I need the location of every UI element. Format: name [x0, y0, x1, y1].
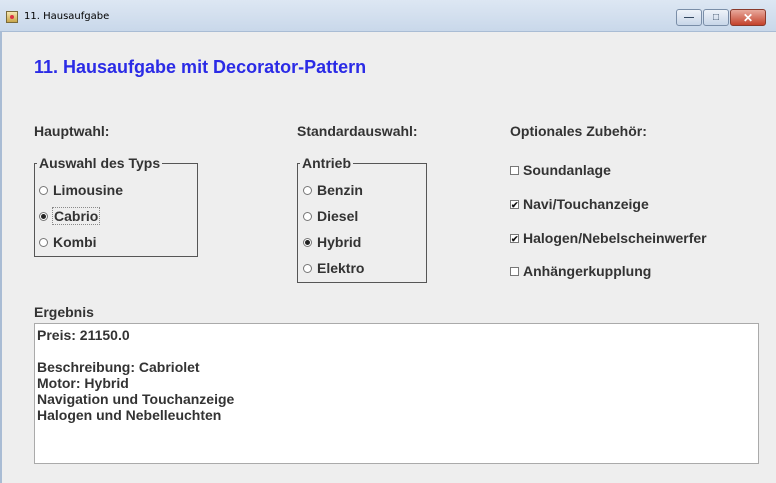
radio-icon: [39, 185, 48, 195]
java-app-icon: [6, 11, 18, 23]
close-icon: ✕: [742, 10, 754, 25]
standard-selection-label: Standardauswahl:: [297, 123, 418, 139]
radio-icon: [303, 211, 312, 221]
minimize-icon: —: [684, 12, 694, 23]
type-group-title: Auswahl des Typs: [37, 155, 163, 171]
radio-selected-icon: [39, 211, 48, 221]
radio-limousine[interactable]: Limousine: [39, 181, 123, 199]
checkbox-halogen[interactable]: ✔ Halogen/Nebelscheinwerfer: [510, 229, 707, 247]
radio-label: Kombi: [53, 234, 97, 250]
checkbox-soundanlage[interactable]: Soundanlage: [510, 161, 611, 179]
window-controls: — □ ✕: [675, 9, 766, 26]
result-label: Ergebnis: [34, 304, 94, 320]
radio-label: Limousine: [53, 182, 124, 198]
maximize-icon: □: [712, 12, 720, 23]
checkbox-label: Halogen/Nebelscheinwerfer: [523, 230, 707, 246]
radio-label: Elektro: [317, 260, 365, 276]
checkbox-icon: [510, 266, 519, 276]
result-line-navigation: Navigation und Touchanzeige: [37, 391, 235, 407]
checkbox-checked-icon: ✔: [510, 233, 519, 244]
minimize-button[interactable]: —: [676, 9, 702, 26]
result-line-halogen: Halogen und Nebelleuchten: [37, 407, 222, 423]
radio-diesel[interactable]: Diesel: [303, 207, 358, 225]
checkbox-anhaengerkupplung[interactable]: Anhängerkupplung: [510, 262, 651, 280]
radio-label: Benzin: [317, 182, 363, 198]
window-border: [0, 32, 2, 483]
drive-group-title: Antrieb: [300, 155, 353, 171]
checkbox-label: Navi/Touchanzeige: [523, 196, 649, 212]
radio-icon: [39, 237, 48, 247]
result-line-blank: [37, 343, 756, 359]
radio-cabrio[interactable]: Cabrio: [39, 207, 101, 225]
checkbox-navi[interactable]: ✔ Navi/Touchanzeige: [510, 195, 649, 213]
main-selection-label: Hauptwahl:: [34, 123, 110, 139]
radio-label: Cabrio: [51, 207, 101, 225]
drive-group: Antrieb Benzin Diesel Hybrid Elektro: [297, 155, 427, 283]
radio-label: Hybrid: [317, 234, 362, 250]
maximize-button[interactable]: □: [703, 9, 729, 26]
radio-selected-icon: [303, 237, 312, 247]
radio-kombi[interactable]: Kombi: [39, 233, 97, 251]
radio-hybrid[interactable]: Hybrid: [303, 233, 361, 251]
checkbox-label: Soundanlage: [523, 162, 611, 178]
page-title: 11. Hausaufgabe mit Decorator-Pattern: [34, 57, 367, 77]
result-textarea[interactable]: Preis: 21150.0 Beschreibung: Cabriolet M…: [34, 323, 759, 464]
result-line-price: Preis: 21150.0: [37, 327, 130, 343]
close-button[interactable]: ✕: [730, 9, 766, 26]
radio-icon: [303, 185, 312, 195]
checkbox-label: Anhängerkupplung: [523, 263, 652, 279]
radio-benzin[interactable]: Benzin: [303, 181, 363, 199]
checkbox-checked-icon: ✔: [510, 199, 519, 210]
radio-icon: [303, 263, 312, 273]
result-line-motor: Motor: Hybrid: [37, 375, 129, 391]
title-bar[interactable]: 11. Hausaufgabe — □ ✕: [0, 0, 776, 32]
checkbox-icon: [510, 165, 519, 175]
app-window: 11. Hausaufgabe — □ ✕ 11. Hausaufgabe mi…: [0, 0, 776, 483]
result-line-description: Beschreibung: Cabriolet: [37, 359, 200, 375]
type-group: Auswahl des Typs Limousine Cabrio Kombi: [34, 155, 198, 257]
optional-accessories-label: Optionales Zubehör:: [510, 123, 647, 139]
radio-label: Diesel: [317, 208, 359, 224]
radio-elektro[interactable]: Elektro: [303, 259, 364, 277]
window-title: 11. Hausaufgabe: [24, 11, 110, 22]
